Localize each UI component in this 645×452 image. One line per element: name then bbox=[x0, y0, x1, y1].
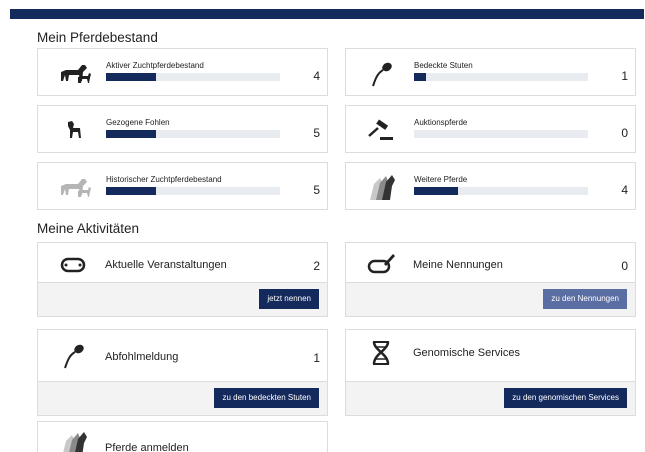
sperm-icon bbox=[56, 341, 90, 371]
activity-card-entries: Meine Nennungen 0 zu den Nennungen bbox=[345, 242, 636, 317]
activity-card-register-horses[interactable]: Pferde anmelden bbox=[37, 421, 328, 452]
stat-count: 4 bbox=[313, 69, 320, 83]
sperm-icon bbox=[364, 59, 398, 89]
stat-label: Historischer Zuchtpferdebestand bbox=[106, 175, 222, 184]
progress-bar bbox=[106, 73, 280, 81]
activity-card-foaling-report: Abfohlmeldung 1 zu den bedeckten Stuten bbox=[37, 329, 328, 416]
progress-bar bbox=[414, 73, 588, 81]
historic-horses-icon bbox=[58, 173, 92, 203]
progress-bar bbox=[106, 130, 280, 138]
enter-now-button[interactable]: jetzt nennen bbox=[259, 289, 319, 309]
activity-label: Genomische Services bbox=[413, 347, 520, 359]
gavel-icon bbox=[364, 116, 398, 146]
dna-icon bbox=[364, 338, 398, 368]
progress-fill bbox=[106, 187, 157, 195]
activity-count: 0 bbox=[621, 259, 628, 273]
activity-label: Meine Nennungen bbox=[413, 259, 503, 271]
progress-fill bbox=[414, 187, 458, 195]
to-entries-button[interactable]: zu den Nennungen bbox=[543, 289, 627, 309]
foal-icon bbox=[58, 116, 92, 146]
activity-card-body: Aktuelle Veranstaltungen 2 bbox=[38, 243, 327, 285]
stat-label: Aktiver Zuchtpferdebestand bbox=[106, 61, 204, 70]
mare-foal-icon bbox=[58, 59, 92, 89]
stat-card-historic-breeding[interactable]: Historischer Zuchtpferdebestand 5 bbox=[37, 162, 328, 210]
stat-count: 1 bbox=[621, 69, 628, 83]
activity-card-body: Abfohlmeldung 1 bbox=[38, 330, 327, 382]
section-title-horses: Mein Pferdebestand bbox=[37, 30, 158, 45]
stat-count: 4 bbox=[621, 183, 628, 197]
activity-card-footer: zu den Nennungen bbox=[346, 282, 635, 316]
top-navigation-bar bbox=[10, 9, 644, 19]
activity-count: 1 bbox=[313, 351, 320, 365]
stat-label: Bedeckte Stuten bbox=[414, 61, 473, 70]
progress-bar bbox=[414, 187, 588, 195]
section-title-activities: Meine Aktivitäten bbox=[37, 221, 140, 236]
activity-card-footer: zu den bedeckten Stuten bbox=[38, 381, 327, 415]
activity-count: 2 bbox=[313, 259, 320, 273]
activity-card-body: Meine Nennungen 0 bbox=[346, 243, 635, 285]
to-genomic-services-button[interactable]: zu den genomischen Services bbox=[504, 388, 627, 408]
activity-card-body: Genomische Services bbox=[346, 330, 635, 382]
stat-count: 5 bbox=[313, 183, 320, 197]
stat-card-auction[interactable]: Auktionspferde 0 bbox=[345, 105, 636, 153]
progress-bar bbox=[106, 187, 280, 195]
activity-label: Pferde anmelden bbox=[105, 442, 189, 452]
stat-card-active-breeding[interactable]: Aktiver Zuchtpferdebestand 4 bbox=[37, 48, 328, 96]
stat-label: Gezogene Fohlen bbox=[106, 118, 170, 127]
activity-label: Aktuelle Veranstaltungen bbox=[105, 259, 227, 271]
racetrack-pen-icon bbox=[364, 250, 398, 280]
to-covered-mares-button[interactable]: zu den bedeckten Stuten bbox=[214, 388, 319, 408]
horse-heads-icon bbox=[364, 172, 398, 202]
activity-card-genomic-services: Genomische Services zu den genomischen S… bbox=[345, 329, 636, 416]
racetrack-icon bbox=[56, 250, 90, 280]
activity-card-events: Aktuelle Veranstaltungen 2 jetzt nennen bbox=[37, 242, 328, 317]
stat-label: Auktionspferde bbox=[414, 118, 468, 127]
stat-card-foals[interactable]: Gezogene Fohlen 5 bbox=[37, 105, 328, 153]
progress-fill bbox=[106, 73, 157, 81]
progress-fill bbox=[106, 130, 157, 138]
stat-count: 0 bbox=[621, 126, 628, 140]
activity-card-footer: jetzt nennen bbox=[38, 282, 327, 316]
activity-label: Abfohlmeldung bbox=[105, 351, 179, 363]
progress-fill bbox=[414, 73, 427, 81]
stat-card-other-horses[interactable]: Weitere Pferde 4 bbox=[345, 162, 636, 210]
horse-heads-icon bbox=[56, 429, 90, 452]
progress-bar bbox=[414, 130, 588, 138]
stat-count: 5 bbox=[313, 126, 320, 140]
stat-card-covered-mares[interactable]: Bedeckte Stuten 1 bbox=[345, 48, 636, 96]
stat-label: Weitere Pferde bbox=[414, 175, 468, 184]
activity-card-footer: zu den genomischen Services bbox=[346, 381, 635, 415]
